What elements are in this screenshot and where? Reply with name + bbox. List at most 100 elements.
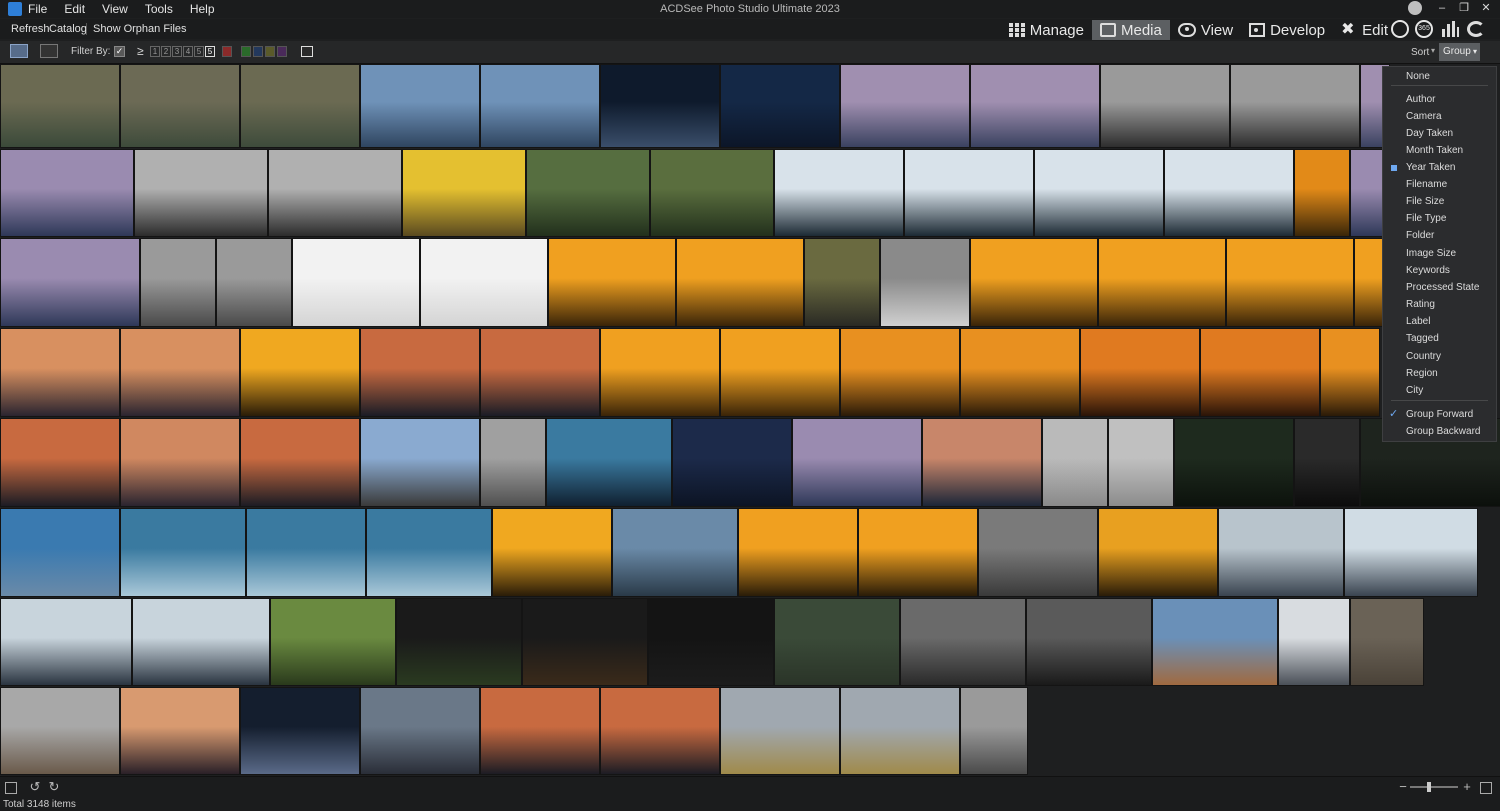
- thumbnail[interactable]: [0, 598, 132, 686]
- thumbnail[interactable]: [480, 687, 600, 775]
- thumbnail[interactable]: [1174, 418, 1294, 507]
- thumbnail[interactable]: [792, 418, 922, 507]
- thumbnail[interactable]: [1108, 418, 1174, 507]
- group-option-group-backward[interactable]: Group Backward: [1383, 423, 1496, 440]
- sort-button[interactable]: Sort: [1411, 47, 1429, 58]
- thumbnail[interactable]: [120, 328, 240, 417]
- thumbnail[interactable]: [804, 238, 880, 327]
- refresh-button[interactable]: Refresh: [11, 23, 50, 35]
- group-option-month-taken[interactable]: Month Taken: [1383, 142, 1496, 159]
- thumbnail[interactable]: [720, 328, 840, 417]
- thumbnail[interactable]: [1098, 508, 1218, 597]
- panel-toggle-icon[interactable]: [5, 782, 17, 794]
- thumbnail[interactable]: [648, 598, 774, 686]
- thumbnail[interactable]: [268, 149, 402, 237]
- color-label-red[interactable]: [222, 46, 232, 57]
- rating-2-box[interactable]: 2: [161, 46, 171, 57]
- menu-help[interactable]: Help: [190, 2, 215, 16]
- thumbnail[interactable]: [600, 687, 720, 775]
- thumbnail[interactable]: [672, 418, 792, 507]
- thumbnail[interactable]: [366, 508, 492, 597]
- thumbnail[interactable]: [246, 508, 366, 597]
- thumbnail[interactable]: [0, 64, 120, 148]
- rotate-right-icon[interactable]: ↻: [47, 780, 61, 794]
- thumbnail[interactable]: [600, 64, 720, 148]
- group-button[interactable]: Group ▾: [1439, 43, 1480, 61]
- thumbnail[interactable]: [676, 238, 804, 327]
- thumbnail[interactable]: [1344, 508, 1478, 597]
- thumbnail[interactable]: [0, 238, 140, 327]
- thumbnail[interactable]: [360, 687, 480, 775]
- thumbnail[interactable]: [0, 508, 120, 597]
- thumbnail[interactable]: [120, 687, 240, 775]
- thumbnail[interactable]: [360, 64, 480, 148]
- thumbnail[interactable]: [1354, 238, 1384, 327]
- thumbnail[interactable]: [120, 508, 246, 597]
- thumbnail[interactable]: [858, 508, 978, 597]
- thumbnail[interactable]: [0, 687, 120, 775]
- group-option-day-taken[interactable]: Day Taken: [1383, 125, 1496, 142]
- thumbnail[interactable]: [548, 238, 676, 327]
- thumbnail[interactable]: [978, 508, 1098, 597]
- filter-checkbox[interactable]: ✓: [114, 46, 125, 57]
- thumbnail[interactable]: [292, 238, 420, 327]
- mode-develop-button[interactable]: Develop: [1241, 20, 1333, 40]
- thumbnail[interactable]: [922, 418, 1042, 507]
- thumbnail[interactable]: [774, 149, 904, 237]
- color-label-yellow[interactable]: [265, 46, 275, 57]
- group-option-filename[interactable]: Filename: [1383, 176, 1496, 193]
- thumbnail[interactable]: [1350, 149, 1386, 237]
- thumbnail[interactable]: [840, 328, 960, 417]
- close-icon[interactable]: ✕: [1478, 1, 1494, 15]
- thumbnail[interactable]: [1226, 238, 1354, 327]
- thumbnail[interactable]: [1152, 598, 1278, 686]
- group-option-label[interactable]: Label: [1383, 313, 1496, 330]
- group-option-year-taken[interactable]: Year Taken: [1383, 159, 1496, 176]
- thumbnail[interactable]: [360, 328, 480, 417]
- thumbnail[interactable]: [1026, 598, 1152, 686]
- thumbnail[interactable]: [1320, 328, 1380, 417]
- thumbnail[interactable]: [1080, 328, 1200, 417]
- thumbnail[interactable]: [492, 508, 612, 597]
- thumbnail[interactable]: [1230, 64, 1360, 148]
- sync-icon[interactable]: [1467, 21, 1485, 37]
- zoom-slider[interactable]: [1410, 786, 1458, 788]
- color-label-green[interactable]: [241, 46, 251, 57]
- rating-1-box[interactable]: 1: [150, 46, 160, 57]
- group-option-tagged[interactable]: Tagged: [1383, 330, 1496, 347]
- zoom-in-icon[interactable]: +: [1460, 780, 1474, 794]
- zoom-slider-handle[interactable]: [1427, 782, 1432, 792]
- color-label-none[interactable]: [301, 46, 313, 57]
- mode-manage-button[interactable]: Manage: [1001, 20, 1092, 40]
- thumbnail[interactable]: [240, 64, 360, 148]
- menu-tools[interactable]: Tools: [145, 2, 173, 16]
- panel-right-toggle-icon[interactable]: [1480, 782, 1492, 794]
- group-option-rating[interactable]: Rating: [1383, 296, 1496, 313]
- group-option-processed-state[interactable]: Processed State: [1383, 279, 1496, 296]
- thumbnail[interactable]: [650, 149, 774, 237]
- thumbnail[interactable]: [840, 64, 970, 148]
- zoom-out-icon[interactable]: −: [1396, 780, 1410, 794]
- thumbnail[interactable]: [612, 508, 738, 597]
- group-option-country[interactable]: Country: [1383, 348, 1496, 365]
- rating-3-box[interactable]: 3: [172, 46, 182, 57]
- thumbnail[interactable]: [1200, 328, 1320, 417]
- group-option-file-type[interactable]: File Type: [1383, 210, 1496, 227]
- thumbnail[interactable]: [526, 149, 650, 237]
- thumbnail[interactable]: [1294, 149, 1350, 237]
- thumbnail[interactable]: [522, 598, 648, 686]
- menu-edit[interactable]: Edit: [64, 2, 85, 16]
- group-option-folder[interactable]: Folder: [1383, 227, 1496, 244]
- group-option-author[interactable]: Author: [1383, 91, 1496, 108]
- thumbnail[interactable]: [402, 149, 526, 237]
- thumbnail[interactable]: [960, 328, 1080, 417]
- thumbnail[interactable]: [960, 687, 1028, 775]
- thumbnail[interactable]: [120, 64, 240, 148]
- thumbnail[interactable]: [1098, 238, 1226, 327]
- rating-5-box[interactable]: 5: [194, 46, 204, 57]
- rating-selected-box[interactable]: 5: [205, 46, 215, 57]
- thumbnail[interactable]: [0, 149, 134, 237]
- group-option-file-size[interactable]: File Size: [1383, 193, 1496, 210]
- thumbnail[interactable]: [396, 598, 522, 686]
- sort-chevron-icon[interactable]: ▾: [1431, 46, 1435, 55]
